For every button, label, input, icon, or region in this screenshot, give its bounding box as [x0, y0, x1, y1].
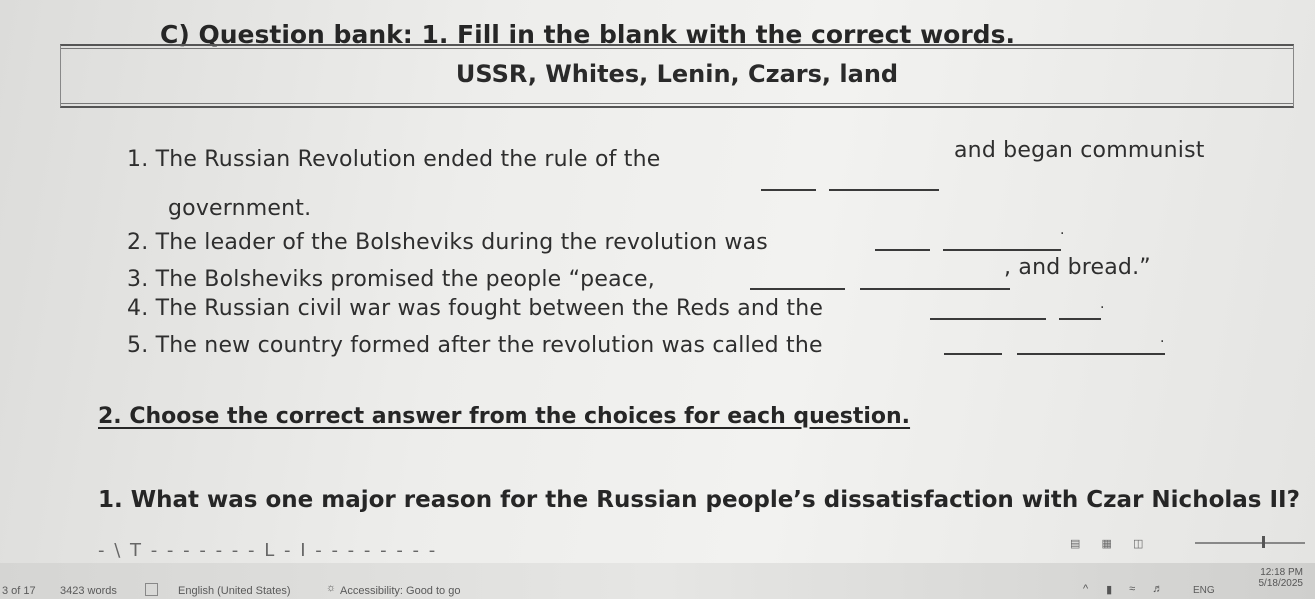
- clock-date: 5/18/2025: [1258, 578, 1304, 589]
- web-layout-icon[interactable]: ◫: [1133, 538, 1143, 550]
- blank-segment: [750, 287, 845, 290]
- clock[interactable]: 12:18 PM 5/18/2025: [1259, 567, 1304, 589]
- blank-segment: [1017, 352, 1166, 355]
- question-number: 2.: [127, 230, 149, 255]
- question-text: The new country formed after the revolut…: [155, 333, 823, 358]
- word-count[interactable]: 3423 words: [60, 585, 117, 597]
- question-number: 5.: [127, 333, 149, 358]
- question-5-after: .: [1160, 330, 1165, 346]
- clock-time: 12:18 PM: [1260, 567, 1303, 578]
- input-language[interactable]: ENG: [1193, 585, 1215, 596]
- blank-5: [944, 340, 1166, 359]
- blank-segment: [829, 188, 940, 191]
- question-2-after: .: [1060, 222, 1065, 238]
- section-2-title: 2. Choose the correct answer from the ch…: [98, 404, 911, 429]
- question-text: The Bolsheviks promised the people “peac…: [155, 267, 655, 292]
- blank-segment: [860, 287, 1011, 290]
- read-mode-icon[interactable]: ▤: [1070, 538, 1080, 550]
- view-mode-icons[interactable]: ▤ ▦ ◫: [1070, 537, 1150, 550]
- page-count[interactable]: 3 of 17: [2, 585, 36, 597]
- question-text: The leader of the Bolsheviks during the …: [155, 230, 768, 255]
- blank-segment: [944, 352, 1002, 355]
- status-bar: 3 of 17 3423 words English (United State…: [0, 536, 1315, 599]
- chevron-up-icon[interactable]: ^: [1083, 583, 1095, 595]
- blank-2: [875, 236, 1062, 255]
- fill-in-question-1: 1. The Russian Revolution ended the rule…: [127, 147, 660, 172]
- mcq-question-1: 1. What was one major reason for the Rus…: [98, 487, 1300, 513]
- question-1-after: and began communist: [954, 138, 1205, 163]
- blank-segment: [761, 188, 816, 191]
- accessibility-icon[interactable]: ☼: [326, 582, 336, 594]
- fill-in-question-4: 4. The Russian civil war was fought betw…: [127, 296, 823, 321]
- battery-icon[interactable]: ▮: [1106, 583, 1118, 596]
- zoom-slider-thumb[interactable]: [1262, 536, 1265, 548]
- word-bank-box: USSR, Whites, Lenin, Czars, land: [60, 44, 1294, 108]
- word-bank: USSR, Whites, Lenin, Czars, land: [455, 60, 899, 88]
- zoom-slider[interactable]: [1195, 542, 1305, 544]
- print-layout-icon[interactable]: ▦: [1101, 538, 1111, 550]
- fill-in-question-3: 3. The Bolsheviks promised the people “p…: [127, 267, 655, 292]
- blank-1: [761, 176, 940, 195]
- blank-segment: [943, 248, 1062, 251]
- question-number: 3.: [127, 267, 149, 292]
- question-3-after: , and bread.”: [1004, 255, 1151, 280]
- question-1-continuation: government.: [168, 196, 312, 221]
- document-page: C) Question bank: 1. Fill in the blank w…: [0, 0, 1315, 563]
- fill-in-question-5: 5. The new country formed after the revo…: [127, 333, 823, 358]
- question-number: 4.: [127, 296, 149, 321]
- blank-segment: [875, 248, 930, 251]
- question-text: The Russian Revolution ended the rule of…: [155, 147, 661, 172]
- blank-segment: [1059, 317, 1102, 320]
- fill-in-question-2: 2. The leader of the Bolsheviks during t…: [127, 230, 768, 255]
- blank-4: [930, 305, 1102, 324]
- cutoff-text-line: - \ T - - - - - - - L - I - - - - - - - …: [98, 540, 438, 561]
- question-number: 1.: [127, 147, 149, 172]
- accessibility-status[interactable]: Accessibility: Good to go: [340, 585, 460, 597]
- question-text: The Russian civil war was fought between…: [155, 296, 824, 321]
- blank-segment: [930, 317, 1046, 320]
- proofing-icon[interactable]: [145, 583, 162, 596]
- volume-icon[interactable]: ♬: [1152, 583, 1164, 595]
- language-indicator[interactable]: English (United States): [178, 585, 291, 597]
- system-tray: ^ ▮ ≈ ♬: [1075, 582, 1164, 596]
- question-4-after: .: [1100, 296, 1105, 312]
- blank-3: [750, 275, 1011, 294]
- wifi-icon[interactable]: ≈: [1129, 583, 1141, 595]
